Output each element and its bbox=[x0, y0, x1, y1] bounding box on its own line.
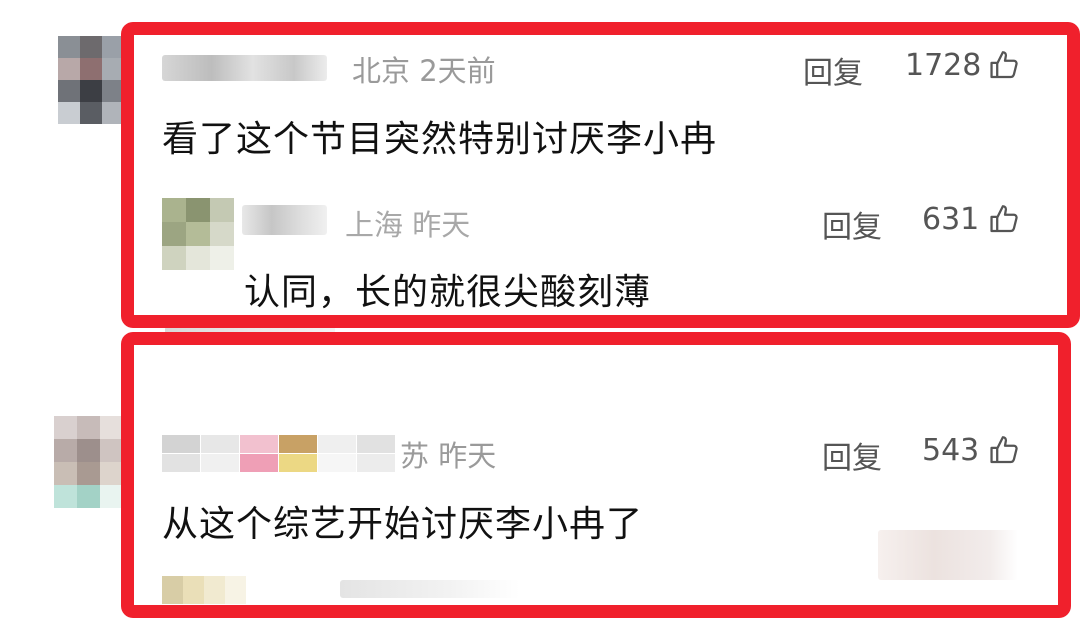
avatar[interactable] bbox=[58, 36, 124, 124]
highlight-frame bbox=[121, 22, 1080, 328]
highlight-frame bbox=[121, 332, 1071, 618]
avatar[interactable] bbox=[54, 416, 124, 508]
comment-screenshot: 北京 2天前 回复 1728 看了这个节目突然特别讨厌李小冉 上海 昨天 回复 … bbox=[0, 0, 1080, 632]
